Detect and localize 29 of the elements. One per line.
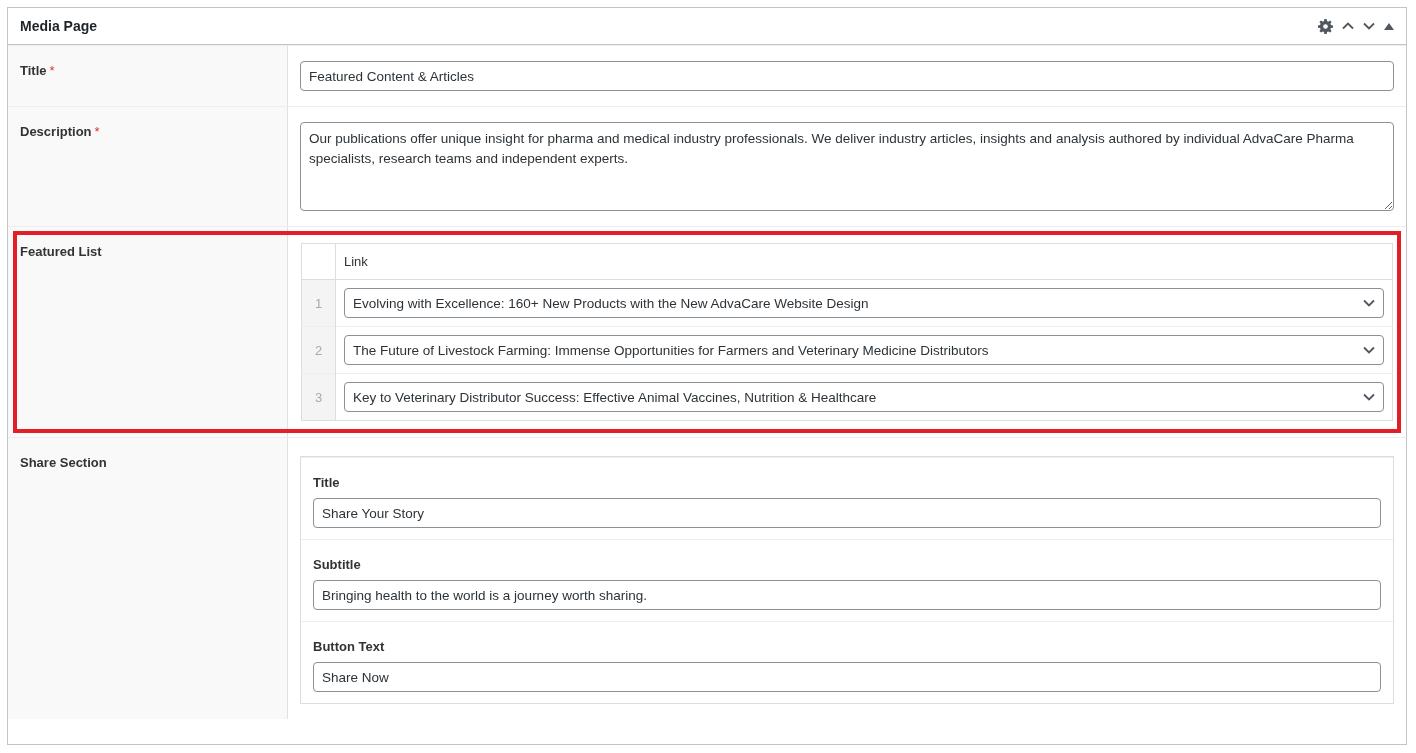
input-field[interactable]: Bringing health to the world is a journey worth sharing.	[313, 580, 1381, 610]
triangle-up-icon[interactable]	[1384, 22, 1394, 30]
required-mark: *	[49, 63, 55, 78]
link-select[interactable]: Evolving with Excellence: 160+ New Products with the New AdvaCare Website Design	[344, 288, 1384, 318]
input-field[interactable]: Featured Content & Articles	[300, 61, 1394, 91]
input-field[interactable]: Share Now	[313, 662, 1381, 692]
row-number: 1	[301, 279, 336, 327]
field-label: Subtitle	[313, 557, 362, 572]
link-select[interactable]: Key to Veterinary Distributor Success: Effective Animal Vaccines, Nutrition & Healthcare	[344, 382, 1384, 412]
settings-icon[interactable]	[1318, 18, 1333, 34]
row-number: 3	[301, 373, 336, 421]
chevron-down-icon	[1363, 393, 1375, 401]
field-label: Button Text	[313, 639, 386, 654]
chevron-down-icon	[1363, 299, 1375, 307]
column-header: Link	[335, 243, 1393, 280]
field-label: Share Section	[20, 455, 107, 470]
row-number: 2	[301, 326, 336, 374]
chevron-down-icon	[1363, 346, 1375, 354]
field-label: Title	[313, 475, 341, 490]
chevron-up-icon[interactable]	[1342, 22, 1354, 30]
required-mark: *	[94, 124, 100, 139]
text-area[interactable]: Our publications offer unique insight for pharma and medical industry professionals. We deliver industry articles, insights and analysis authored by individual AdvaCare Pharma specialists, research teams and independent experts.	[300, 122, 1394, 211]
chevron-down-icon[interactable]	[1363, 22, 1375, 30]
field-label: Description	[20, 124, 92, 139]
field-label: Title	[20, 63, 47, 78]
panel-title: Media Page	[20, 18, 98, 34]
link-select[interactable]: The Future of Livestock Farming: Immense Opportunities for Farmers and Veterinary Medicine Distributors	[344, 335, 1384, 365]
input-field[interactable]: Share Your Story	[313, 498, 1381, 528]
field-label: Featured List	[20, 244, 102, 259]
